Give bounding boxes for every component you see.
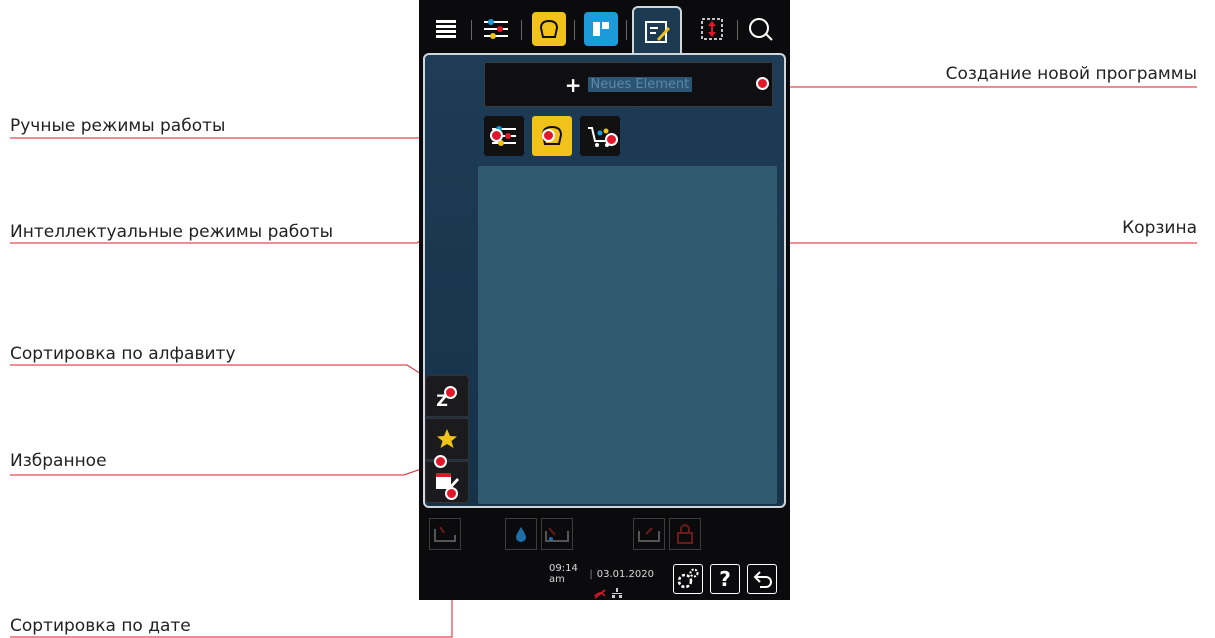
program-list[interactable] xyxy=(478,166,777,504)
settings-gears-button[interactable] xyxy=(673,564,703,594)
marker-basket xyxy=(605,133,618,146)
line-sort-alphabet xyxy=(10,364,452,394)
marker-sort-date xyxy=(445,487,458,500)
line-create-program xyxy=(762,83,1197,88)
drain-icon xyxy=(429,518,461,550)
updown-icon[interactable] xyxy=(695,12,738,46)
network-icon xyxy=(612,588,622,598)
favorites-button[interactable] xyxy=(425,418,469,460)
clock-date: 03.01.2020 xyxy=(596,568,654,580)
wifi-off-icon xyxy=(594,589,606,599)
arrow-drain-icon xyxy=(633,518,665,550)
new-element-label: Neues Element xyxy=(587,77,693,92)
label-intelligent-modes: Интеллектуальные режимы работы xyxy=(10,222,333,242)
marker-create-program xyxy=(756,77,769,90)
lock-icon xyxy=(669,518,701,550)
marker-manual-modes xyxy=(490,129,503,142)
back-arrow-icon xyxy=(753,571,772,588)
status-icons-row xyxy=(419,512,790,554)
marker-favorites xyxy=(434,455,447,468)
cleaning-tray-icon xyxy=(541,518,573,550)
clock-time: 09:14 am xyxy=(549,563,578,585)
search-icon[interactable] xyxy=(744,12,778,46)
new-element-button[interactable]: + Neues Element xyxy=(484,62,773,107)
label-sort-date: Сортировка по дате xyxy=(10,616,191,636)
top-tab-bar xyxy=(419,0,790,56)
status-bar: 09:14 am | 03.01.2020 xyxy=(549,563,654,599)
intelligent-modes-icon[interactable] xyxy=(532,12,575,46)
plus-icon: + xyxy=(564,72,582,97)
menu-list-icon[interactable] xyxy=(429,12,472,46)
star-icon xyxy=(437,429,457,448)
marker-intelligent-modes xyxy=(542,129,555,142)
programming-icon[interactable] xyxy=(632,6,682,56)
ipanel-icon[interactable] xyxy=(584,12,627,46)
help-button[interactable]: ? xyxy=(710,564,740,594)
settings-gears-icon xyxy=(677,568,699,589)
help-icon: ? xyxy=(719,567,731,591)
label-favorites: Избранное xyxy=(10,451,107,471)
label-basket: Корзина xyxy=(1122,218,1197,238)
label-manual-modes: Ручные режимы работы xyxy=(10,116,226,136)
water-drop-icon xyxy=(505,518,537,550)
device-screen: + Neues Element Z 09:14 am | 03.01.2020 … xyxy=(419,0,790,600)
label-sort-alphabet: Сортировка по алфавиту xyxy=(10,344,236,364)
manual-modes-icon[interactable] xyxy=(479,12,522,46)
label-create-program: Создание новой программы xyxy=(945,64,1197,84)
back-button[interactable] xyxy=(747,564,777,594)
marker-sort-alphabet xyxy=(444,386,457,399)
